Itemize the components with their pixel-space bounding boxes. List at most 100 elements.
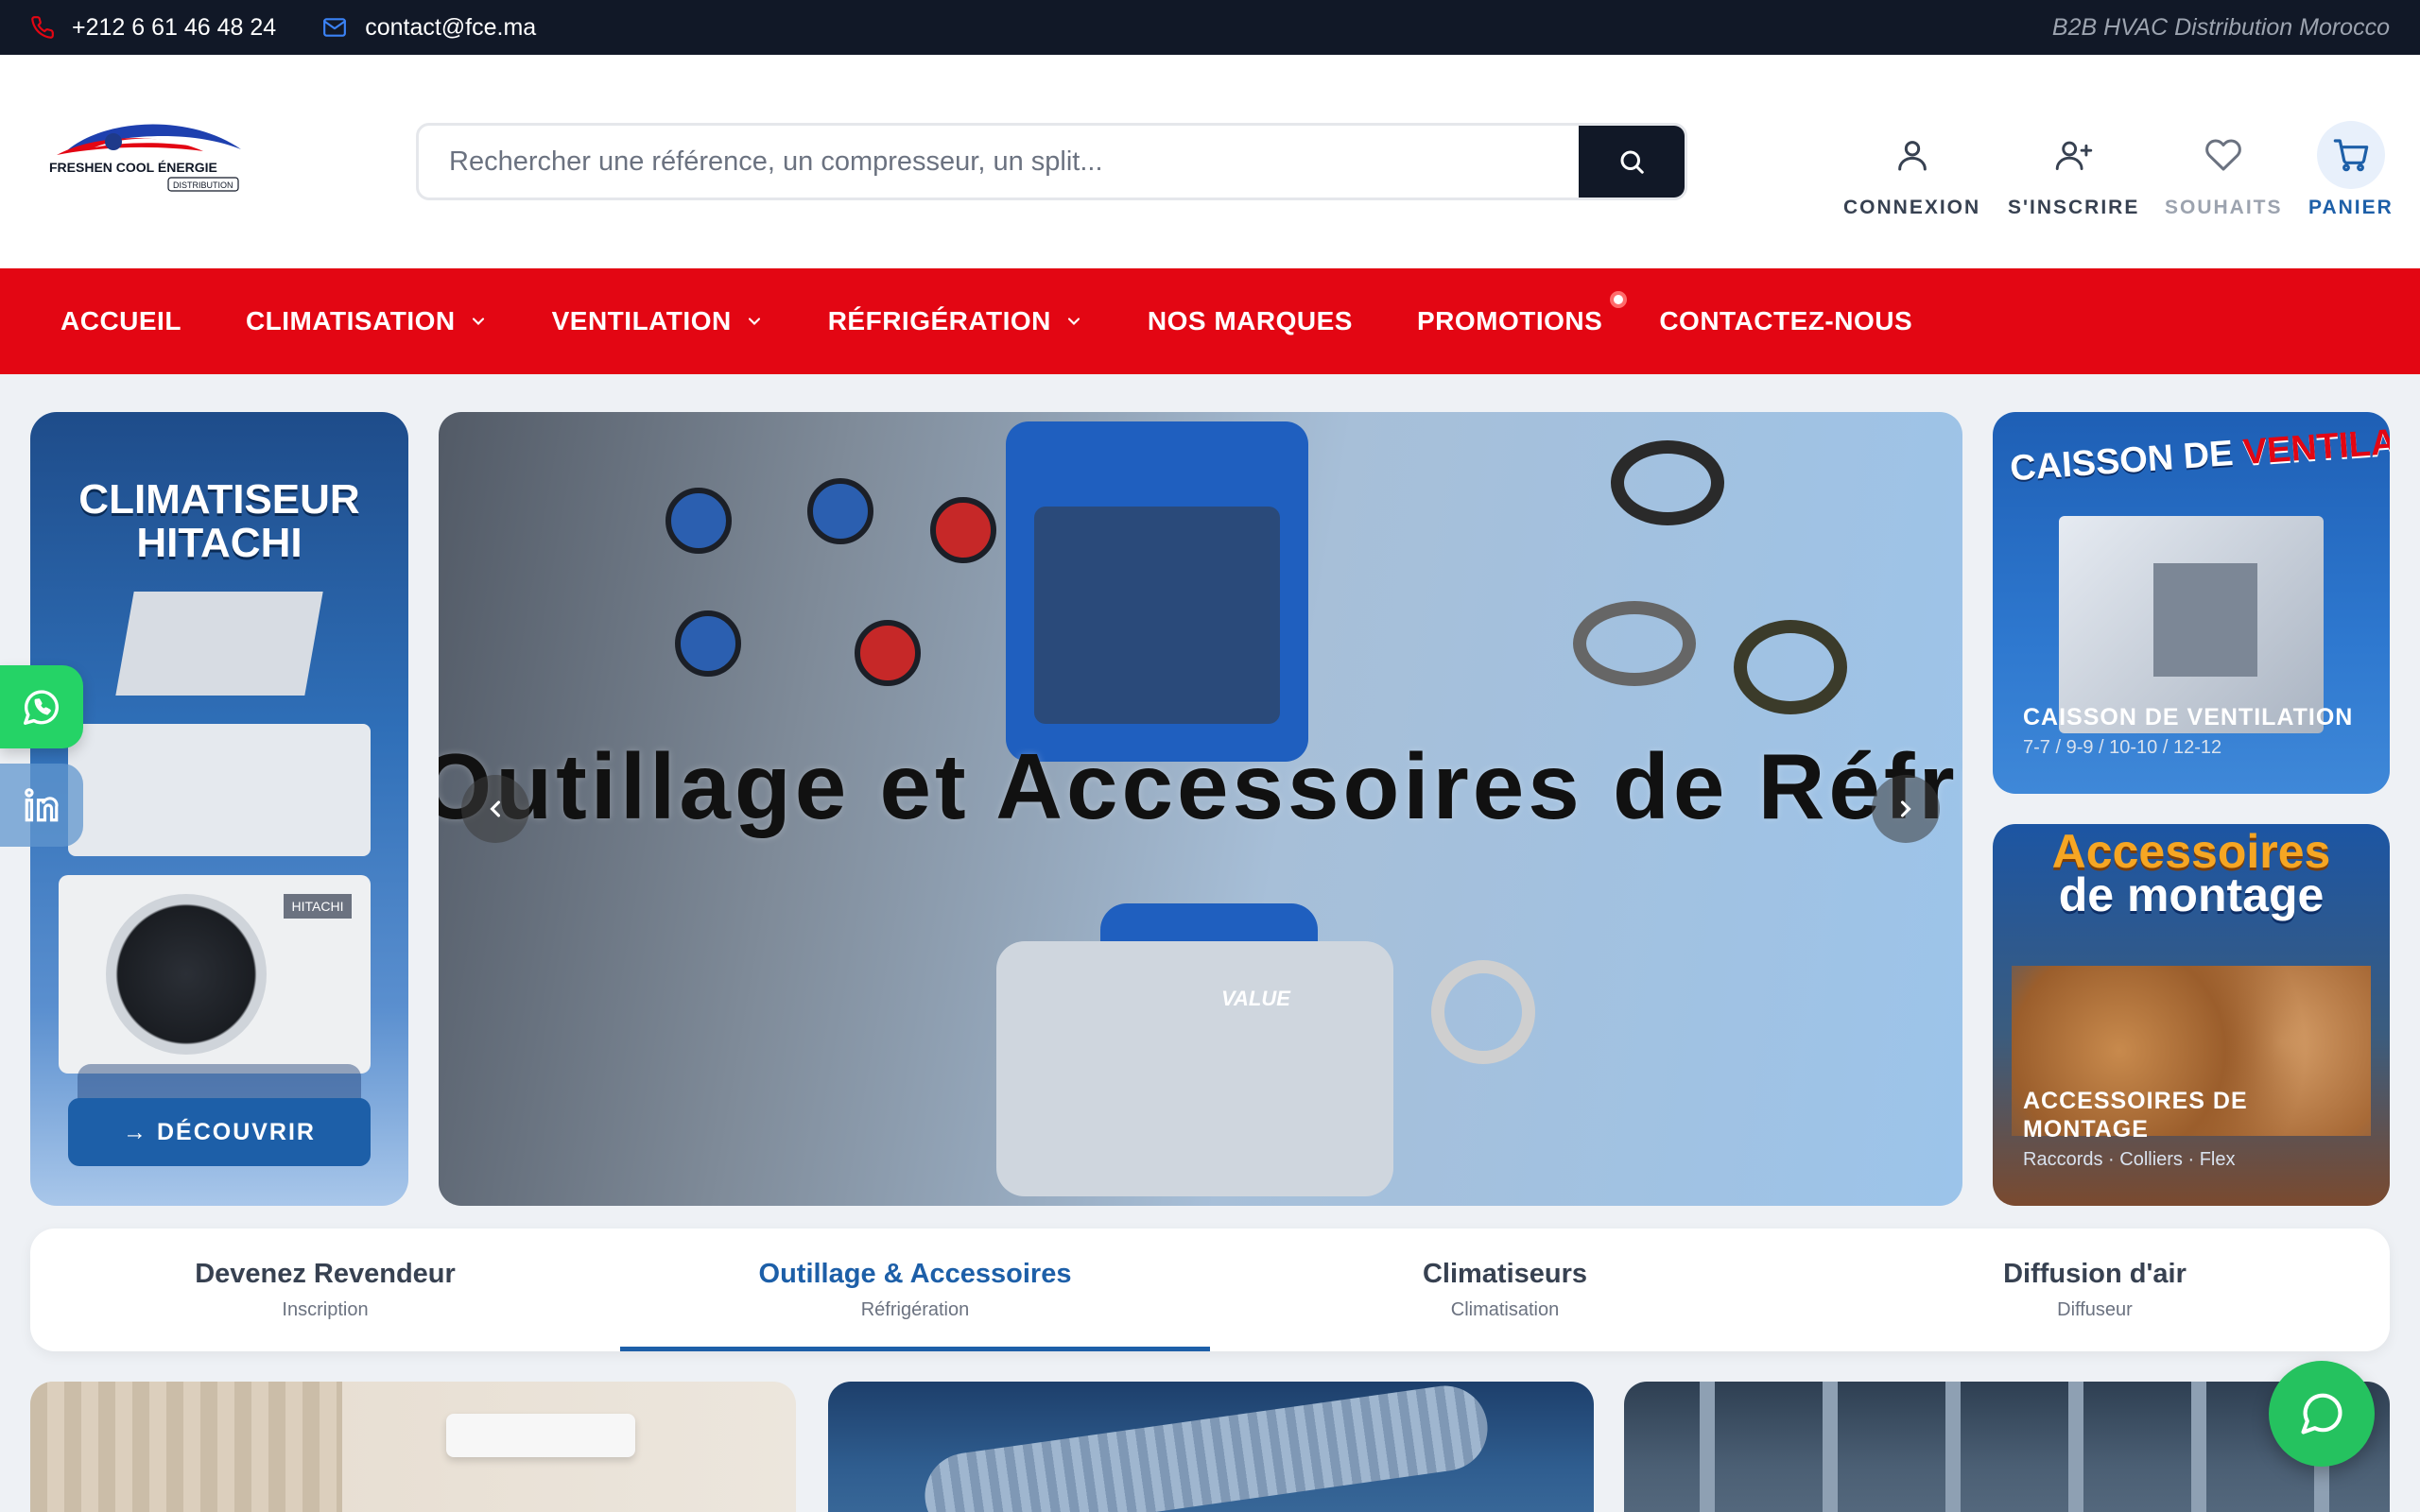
- accessoires-headline-line1: Accessoires: [2051, 825, 2331, 878]
- search-input[interactable]: [419, 126, 1579, 198]
- search-icon: [1620, 150, 1644, 174]
- nav-item-ventilation[interactable]: VENTILATION: [552, 306, 764, 336]
- phone-icon: [31, 16, 54, 39]
- gauge-image: [675, 610, 741, 677]
- top-bar: +212 6 61 46 48 24 contact@fce.ma B2B HV…: [0, 0, 2420, 55]
- gauge-image: [855, 620, 921, 686]
- topbar-email[interactable]: contact@fce.ma: [321, 14, 536, 42]
- nav-label: PROMOTIONS: [1416, 306, 1603, 335]
- gauge-image: [807, 478, 873, 544]
- tab-title: Diffusion d'air: [2003, 1259, 2187, 1289]
- email-text: contact@fce.ma: [365, 13, 537, 41]
- strap-roll-image: [1573, 601, 1696, 686]
- accessoires-caption: ACCESSOIRES DE MONTAGE Raccords · Collie…: [2023, 1087, 2269, 1171]
- chat-bubble-icon: [2301, 1393, 2342, 1435]
- linkedin-icon: [25, 788, 59, 822]
- whatsapp-float-button[interactable]: [0, 665, 83, 748]
- duct-unit-image: [68, 724, 371, 856]
- slider-next-button[interactable]: [1872, 775, 1940, 843]
- logo-swoosh-icon: FRESHEN COOL ÉNERGIE DISTRIBUTION: [49, 124, 241, 192]
- nav-label: RÉFRIGÉRATION: [827, 306, 1051, 335]
- chevron-right-icon: [1900, 800, 1911, 817]
- hero-slider[interactable]: VALUE Outillage et Accessoires de Réfrig…: [439, 412, 1962, 1206]
- phone-text: +212 6 61 46 48 24: [72, 13, 277, 41]
- banner-title-line1: CLIMATISEUR: [78, 476, 360, 523]
- chevron-down-icon: [1067, 318, 1080, 325]
- banner-title-line2: HITACHI: [136, 520, 302, 566]
- hose-clamp-image: [1611, 440, 1724, 525]
- promo-banner-caisson[interactable]: CAISSON DE VENTILATION CAISSON DE VENTIL…: [1993, 412, 2390, 794]
- caisson-headline: CAISSON DE VENTILATION: [2008, 417, 2390, 490]
- tape-roll-image: [1734, 620, 1847, 714]
- nav-item-climatisation[interactable]: CLIMATISATION: [246, 306, 488, 336]
- decouvrir-button[interactable]: → DÉCOUVRIR: [68, 1098, 371, 1166]
- caisson-opening-image: [2153, 563, 2257, 677]
- wishlist-action[interactable]: SOUHAITS: [2165, 121, 2283, 219]
- accessoires-headline-line2: de montage: [2058, 868, 2325, 921]
- site-header: FRESHEN COOL ÉNERGIE DISTRIBUTION CONNEX…: [0, 55, 2420, 268]
- logo-text: FRESHEN COOL ÉNERGIE: [49, 160, 217, 175]
- vacuum-pump-image: [996, 941, 1393, 1196]
- tab-title: Devenez Revendeur: [195, 1259, 456, 1289]
- alu-tape-image: [1431, 960, 1535, 1064]
- user-plus-icon: [2040, 121, 2108, 189]
- cart-action[interactable]: PANIER: [2308, 121, 2394, 219]
- slide-title: Outillage et Accessoires de Réfrigératio…: [439, 734, 1962, 838]
- tab-climatiseurs[interactable]: Climatiseurs Climatisation: [1210, 1228, 1800, 1351]
- promo-indicator-dot: [1610, 291, 1628, 308]
- nav-item-refrigeration[interactable]: RÉFRIGÉRATION: [828, 306, 1083, 336]
- caisson-headline-word1: CAISSON DE: [2008, 433, 2235, 490]
- chevron-left-icon: [490, 800, 501, 817]
- caisson-headline-word2: VENTILATION: [2241, 416, 2390, 473]
- banner-hitachi-title: CLIMATISEUR HITACHI: [30, 478, 408, 565]
- nav-item-accueil[interactable]: ACCUEIL: [60, 306, 182, 336]
- user-icon: [1878, 121, 1946, 189]
- mail-icon: [323, 18, 347, 37]
- gauge-image: [930, 497, 996, 563]
- nav-label: CONTACTEZ-NOUS: [1659, 306, 1913, 335]
- caisson-caption: CAISSON DE VENTILATION 7-7 / 9-9 / 10-10…: [2023, 703, 2353, 759]
- category-card-ventilation[interactable]: [828, 1382, 1594, 1512]
- tab-subtitle: Réfrigération: [860, 1299, 970, 1320]
- slider-prev-button[interactable]: [461, 775, 529, 843]
- promo-banner-accessoires[interactable]: Accessoires de montage ACCESSOIRES DE MO…: [1993, 824, 2390, 1206]
- search-button[interactable]: [1579, 126, 1685, 198]
- linkedin-float-button[interactable]: [0, 764, 83, 847]
- tool-case-inner: [1034, 507, 1280, 724]
- gauge-image: [666, 488, 732, 554]
- category-card-climatisation[interactable]: [30, 1382, 796, 1512]
- nav-item-nos-marques[interactable]: NOS MARQUES: [1148, 306, 1353, 336]
- main-nav: ACCUEIL CLIMATISATION VENTILATION RÉFRIG…: [0, 268, 2420, 374]
- topbar-tagline: B2B HVAC Distribution Morocco: [2051, 13, 2390, 41]
- tab-diffusion-air[interactable]: Diffusion d'air Diffuseur: [1800, 1228, 2390, 1351]
- login-label: CONNEXION: [1843, 197, 1981, 218]
- login-action[interactable]: CONNEXION: [1843, 121, 1980, 219]
- topbar-phone[interactable]: +212 6 61 46 48 24: [30, 14, 276, 42]
- tab-title: Climatiseurs: [1422, 1259, 1588, 1289]
- logo-subtext: DISTRIBUTION: [173, 180, 233, 190]
- signup-label: S'INSCRIRE: [2008, 197, 2140, 218]
- chevron-down-icon: [472, 318, 484, 325]
- tab-title: Outillage & Accessoires: [758, 1259, 1072, 1289]
- tab-devenez-revendeur[interactable]: Devenez Revendeur Inscription: [30, 1228, 620, 1351]
- tab-subtitle: Inscription: [282, 1299, 369, 1320]
- pump-brand-label: VALUE: [1221, 987, 1290, 1010]
- whatsapp-icon: [24, 690, 59, 725]
- category-tabs: Devenez Revendeur Inscription Outillage …: [30, 1228, 2390, 1351]
- site-logo[interactable]: FRESHEN COOL ÉNERGIE DISTRIBUTION: [47, 113, 246, 195]
- heart-icon: [2189, 121, 2257, 189]
- nav-label: CLIMATISATION: [245, 306, 456, 335]
- nav-item-promotions[interactable]: PROMOTIONS: [1416, 291, 1628, 336]
- signup-action[interactable]: S'INSCRIRE: [2008, 121, 2139, 219]
- nav-label: VENTILATION: [551, 306, 732, 335]
- cassette-unit-image: [115, 592, 323, 696]
- promo-banner-hitachi[interactable]: CLIMATISEUR HITACHI HITACHI → DÉCOUVRIR: [30, 412, 408, 1206]
- chat-button[interactable]: [2269, 1361, 2375, 1467]
- caisson-title: CAISSON DE VENTILATION: [2023, 704, 2354, 730]
- accessoires-title: ACCESSOIRES DE MONTAGE: [2023, 1088, 2248, 1143]
- caisson-subtitle: 7-7 / 9-9 / 10-10 / 12-12: [2023, 737, 2222, 758]
- tab-outillage-accessoires[interactable]: Outillage & Accessoires Réfrigération: [620, 1228, 1210, 1351]
- duct-image: [919, 1382, 1494, 1512]
- nav-item-contact[interactable]: CONTACTEZ-NOUS: [1659, 306, 1912, 336]
- wishlist-label: SOUHAITS: [2165, 197, 2283, 218]
